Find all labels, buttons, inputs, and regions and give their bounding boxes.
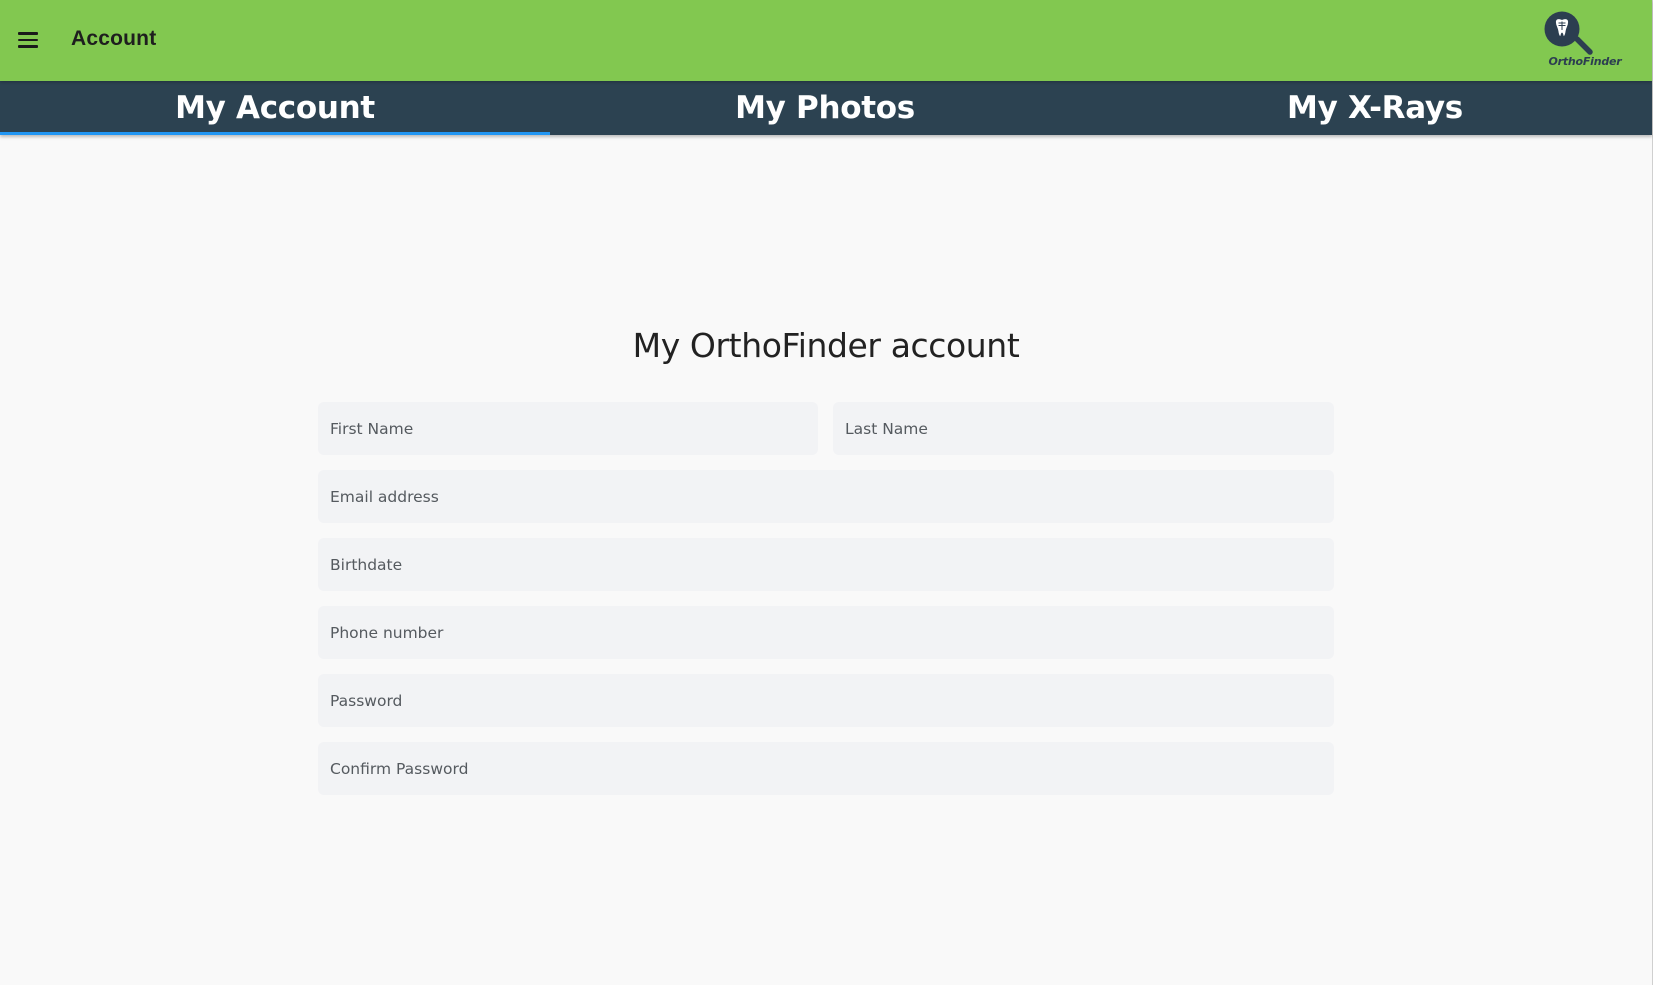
tab-label: My X-Rays (1287, 90, 1463, 126)
tab-label: My Account (175, 90, 375, 126)
last-name-input[interactable] (833, 402, 1334, 455)
tab-bar: My Account My Photos My X-Rays (0, 81, 1652, 135)
form-title: My OrthoFinder account (632, 326, 1020, 365)
phone-field[interactable] (318, 606, 1334, 659)
hamburger-menu-icon (18, 32, 38, 35)
hamburger-menu-icon (18, 45, 38, 48)
tab-my-photos[interactable]: My Photos (550, 81, 1100, 135)
confirm-password-input[interactable] (318, 742, 1334, 795)
password-field[interactable] (318, 674, 1334, 727)
page-title: Account (71, 27, 157, 50)
logo-text: OrthoFinder (1548, 55, 1622, 68)
app-window: Account OrthoFinder My Account My Photos… (0, 0, 1652, 985)
birthdate-input[interactable] (318, 538, 1334, 591)
password-input[interactable] (318, 674, 1334, 727)
tooth-magnifier-logo (1544, 11, 1593, 55)
top-app-bar: Account OrthoFinder (0, 0, 1652, 81)
tab-my-account[interactable]: My Account (0, 81, 550, 135)
birthdate-field[interactable] (318, 538, 1334, 591)
tab-my-x-rays[interactable]: My X-Rays (1100, 81, 1650, 135)
first-name-input[interactable] (318, 402, 818, 455)
page-frame: Account OrthoFinder My Account My Photos… (0, 0, 1653, 985)
last-name-field[interactable] (833, 402, 1334, 455)
phone-input[interactable] (318, 606, 1334, 659)
active-tab-indicator (0, 132, 550, 135)
email-field[interactable] (318, 470, 1334, 523)
hamburger-menu-icon (18, 38, 38, 41)
menu-button[interactable] (12, 22, 44, 58)
orthofinder-logo: OrthoFinder (1540, 8, 1640, 74)
confirm-password-field[interactable] (318, 742, 1334, 795)
first-name-field[interactable] (318, 402, 818, 455)
tab-label: My Photos (735, 90, 915, 126)
email-input[interactable] (318, 470, 1334, 523)
